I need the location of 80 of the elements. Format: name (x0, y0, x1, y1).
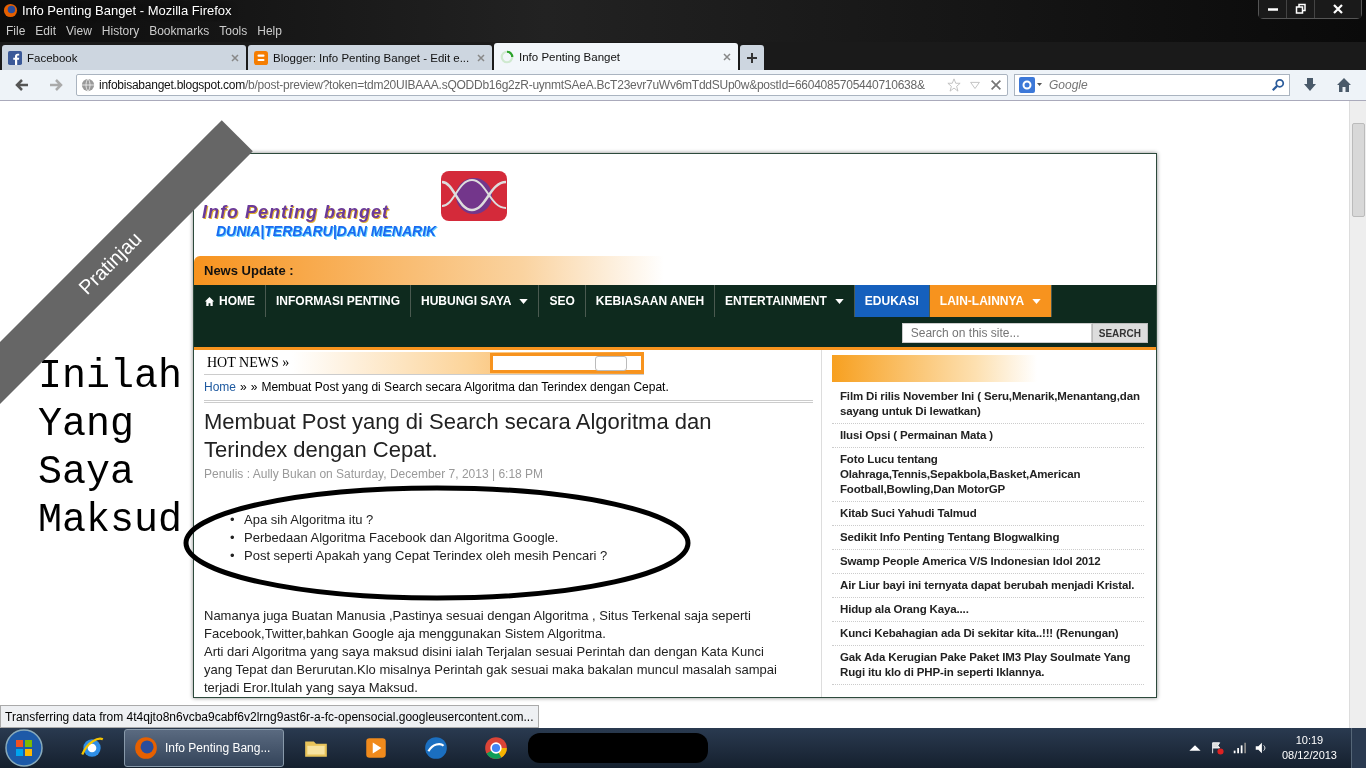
swoosh-icon (423, 735, 449, 761)
firefox-icon (133, 735, 159, 761)
home-icon[interactable] (1336, 77, 1352, 93)
menu-item[interactable]: Edit (35, 24, 57, 38)
blogger-icon (254, 50, 268, 65)
globe-icon (81, 78, 95, 92)
bullet-marker: • (230, 547, 236, 565)
search-button[interactable]: SEARCH (1091, 323, 1148, 343)
signal-icon[interactable] (1231, 741, 1246, 755)
browser-tab[interactable]: Info Penting Banget (494, 43, 738, 70)
minimize-icon (1267, 7, 1278, 11)
search-bar[interactable]: Google (1014, 74, 1290, 96)
browser-tab[interactable]: Blogger: Info Penting Banget - Edit e... (248, 45, 492, 70)
close-button[interactable] (1315, 0, 1361, 18)
post-title: Membuat Post yang di Search secara Algoritma dan Terindex dengan Cepat. (204, 408, 713, 464)
home-icon (204, 295, 215, 307)
breadcrumb-home-link[interactable]: Home (204, 380, 236, 394)
restore-icon (1294, 3, 1307, 15)
star-icon[interactable] (947, 78, 961, 92)
sidebar-post-link[interactable]: Hidup ala Orang Kaya.... (832, 598, 1144, 622)
browser-tab[interactable]: Facebook (2, 45, 246, 70)
speaker-icon[interactable] (1253, 741, 1268, 755)
wave-logo-icon (440, 170, 509, 222)
caret-icon (1032, 298, 1042, 304)
close-tab-icon[interactable] (722, 51, 732, 62)
search-icon[interactable] (1271, 78, 1285, 92)
restore-button[interactable] (1287, 0, 1315, 18)
scrollbar[interactable] (1349, 101, 1366, 728)
facebook-icon (8, 50, 22, 65)
menu-item[interactable]: History (101, 24, 140, 38)
post-paragraph: Namanya juga Buatan Manusia ,Pastinya sesuai dengan Algoritma , Situs Terkenal saja seperti Facebook,Twitter,bahkan Google aja menggunakan Sistem Algoritma. (204, 607, 752, 643)
bullet-marker: • (230, 511, 236, 529)
breadcrumb-separator: » (250, 380, 258, 394)
breadcrumb-separator: » (240, 380, 247, 394)
sidebar-post-link[interactable]: Ilusi Opsi ( Permainan Mata ) (832, 424, 1144, 448)
caret-icon (519, 298, 529, 304)
download-icon[interactable] (1302, 77, 1318, 93)
bullet-item: Apa sih Algoritma itu ? (244, 511, 374, 529)
post-paragraph: Arti dari Algoritma yang saya maksud disini ialah Terjalan sesuai Perintah dan dengan Kata Kunci yang Tepat dan Berurutan.Klo misalnya Perintah gak sesuai maka bakalan muncul masalah sampai terjadi Eror.Itulah yang saya Maksud. (204, 643, 778, 697)
caret-icon (834, 298, 844, 304)
address-bar[interactable]: infobisabanget.blogspot.com/b/post-preview?token=tdm20UIBAAA.sQODDb16g2zR-uynmtSAeA.BcT23evr7uWv6mTddSUp0w&postId=6604085705440710638& (76, 74, 1008, 96)
new-tab-button[interactable] (740, 45, 764, 70)
sidebar-post-link[interactable]: Air Liur bayi ini ternyata dapat berubah menjadi Kristal. (832, 574, 1144, 598)
google-engine-icon[interactable] (1019, 77, 1043, 93)
stop-icon[interactable] (989, 78, 1003, 92)
chrome-icon (483, 735, 509, 761)
post-meta: Penulis : Aully Bukan on Saturday, December 7, 2013 | 6:18 PM (204, 467, 545, 481)
sidebar-post-link[interactable]: Sedikit Info Penting Tentang Blogwalking (832, 526, 1144, 550)
bullet-marker: • (230, 529, 236, 547)
menu-item[interactable]: Bookmarks (149, 24, 210, 38)
menu-item[interactable]: Tools (219, 24, 248, 38)
sidebar-post-link[interactable]: Swamp People America V/S Indonesian Idol 2012 (832, 550, 1144, 574)
close-icon (1332, 3, 1344, 15)
media-player-icon (363, 735, 389, 761)
breadcrumb-current: Membuat Post yang di Search secara Algoritma dan Terindex dengan Cepat. (261, 380, 669, 394)
menu-item[interactable]: Help (257, 24, 282, 38)
sidebar-post-link[interactable]: Foto Lucu tentang Olahraga,Tennis,Sepakbola,Basket,American Football,Bowling,Dan MotorGP (832, 448, 1144, 502)
sidebar-post-link[interactable]: Gak Ada Kerugian Pake Paket IM3 Play Soulmate Yang Rugi itu klo di PHP-in seperti Iklannya. (832, 646, 1144, 685)
nav-menu-item[interactable]: EDUKASI (854, 285, 930, 317)
menu-item[interactable]: View (66, 24, 92, 38)
site-search-field[interactable]: Search on this site... (901, 323, 1092, 343)
clock-date[interactable]: 08/12/2013 (1281, 748, 1337, 763)
taskbar-button[interactable]: Info Penting Bang... (124, 729, 284, 767)
status-bar-text: Transferring data from 4t4qjto8n6vcba9cabf6v2lrng9ast6r-a-fc-opensocial.googleusercontent.com... (0, 705, 539, 728)
start-button[interactable] (4, 728, 44, 768)
bullet-item: Perbedaan Algoritma Facebook dan Algoritma Google. (244, 529, 559, 547)
window-title: Info Penting Banget - Mozilla Firefox (22, 2, 232, 18)
firefox-icon (3, 2, 18, 18)
sidebar-post-link[interactable]: Film Di rilis November Ini ( Seru,Menarik,Menantang,dan sayang untuk Di lewatkan) (832, 385, 1144, 424)
flag-icon[interactable] (1209, 741, 1224, 755)
sidebar-post-link[interactable]: Kunci Kebahagian ada Di sekitar kita..!!! (Renungan) (832, 622, 1144, 646)
plus-icon (746, 51, 758, 64)
minimize-button[interactable] (1259, 0, 1287, 18)
menu-item[interactable]: File (6, 24, 26, 38)
loading-spinner-icon (500, 49, 514, 64)
scrollbar-thumb[interactable] (1352, 123, 1365, 217)
clock-time[interactable]: 10:19 (1295, 733, 1324, 748)
sidebar-post-link[interactable]: Kitab Suci Yahudi Talmud (832, 502, 1144, 526)
back-icon[interactable] (14, 77, 30, 93)
bullet-item: Post seperti Apakah yang Cepat Terindex oleh mesih Pencari ? (244, 547, 608, 565)
